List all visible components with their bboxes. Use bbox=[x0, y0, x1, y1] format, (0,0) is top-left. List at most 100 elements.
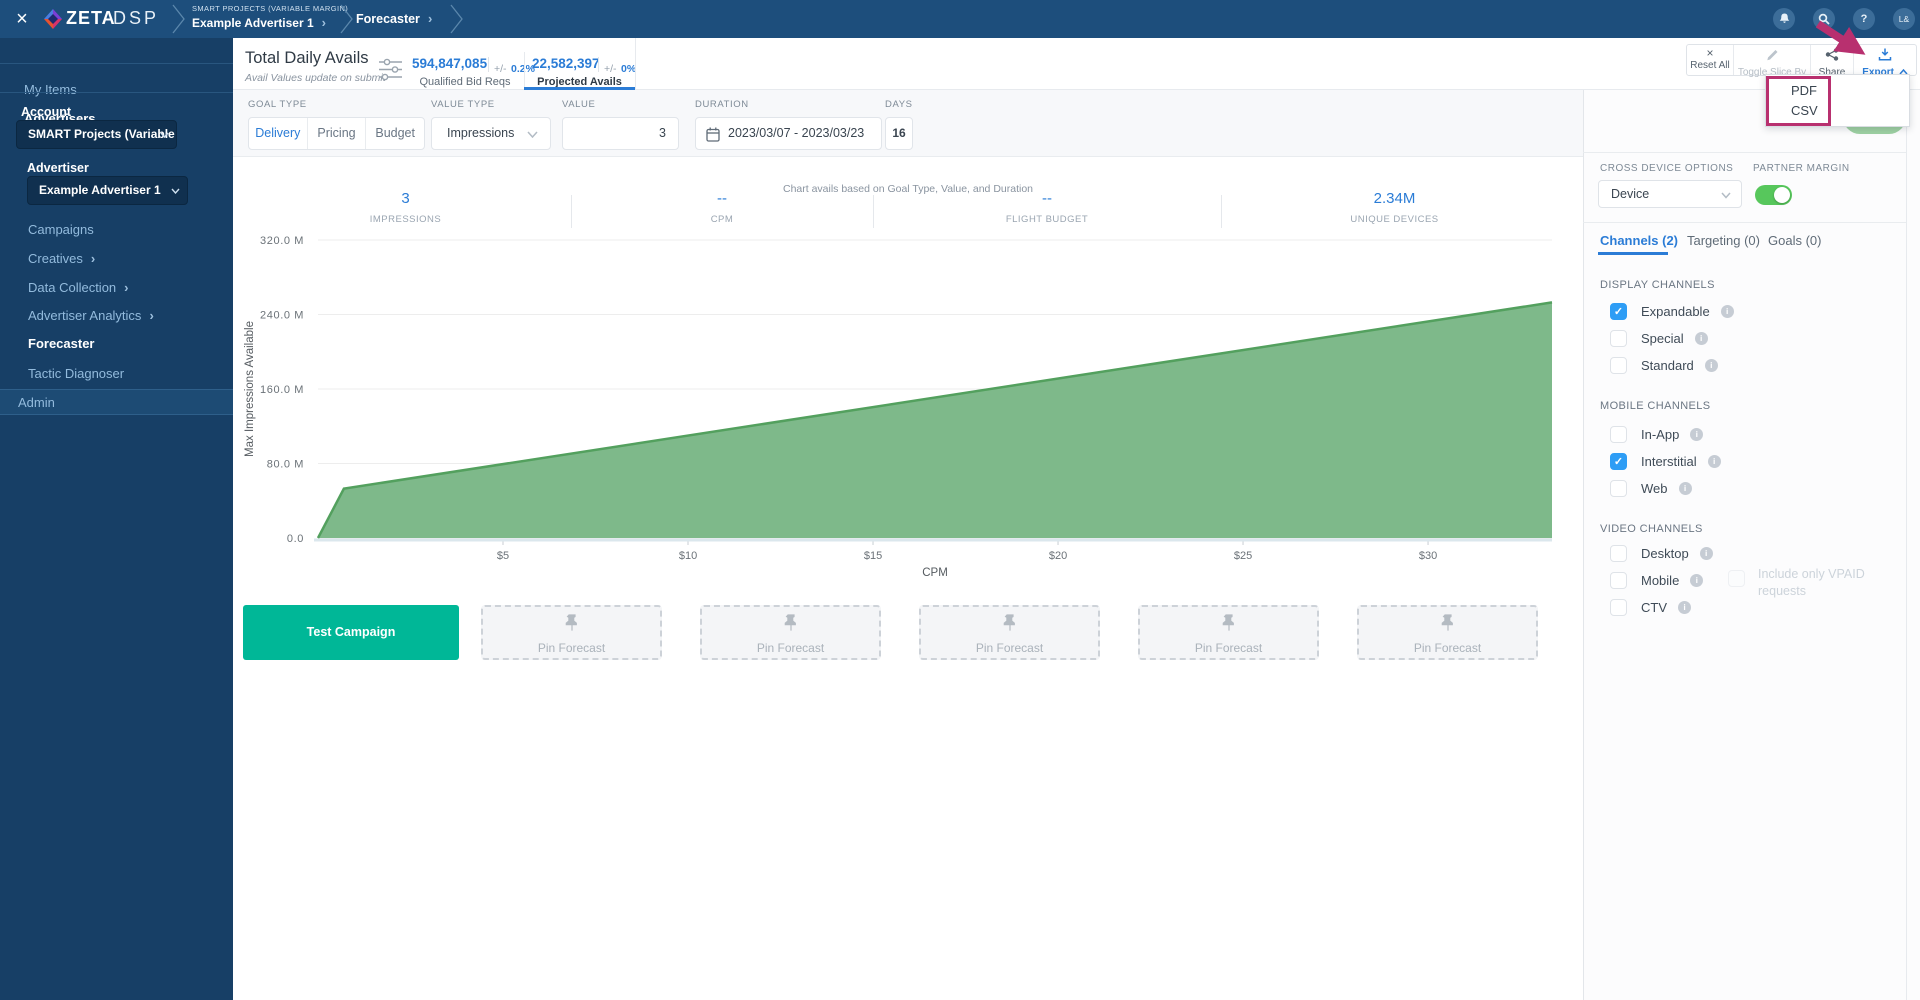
pushpin-icon bbox=[1441, 614, 1455, 634]
brand-dsp: DSP bbox=[113, 8, 159, 29]
checkbox-desktop[interactable]: Desktop i bbox=[1610, 545, 1713, 562]
checkbox-unchecked[interactable] bbox=[1610, 330, 1627, 347]
annotation-arrow bbox=[1806, 18, 1886, 68]
svg-text:0.0: 0.0 bbox=[287, 533, 304, 545]
zeta-logo-icon bbox=[42, 8, 64, 30]
checkbox-standard[interactable]: Standard i bbox=[1610, 357, 1718, 374]
breadcrumb-page[interactable]: Forecaster› bbox=[356, 11, 432, 26]
checkbox-in-app[interactable]: In-App i bbox=[1610, 426, 1703, 443]
info-icon[interactable]: i bbox=[1690, 574, 1703, 587]
active-tab-underline bbox=[1598, 252, 1668, 255]
toggle-slice-by-button[interactable]: Toggle Slice By bbox=[1734, 45, 1811, 75]
partner-margin-label: PARTNER MARGIN bbox=[1753, 163, 1850, 174]
goal-type-label: GOAL TYPE bbox=[248, 99, 307, 110]
info-icon[interactable]: i bbox=[1705, 359, 1718, 372]
sidebar-item-creatives[interactable]: Creatives› bbox=[28, 251, 95, 266]
breadcrumb-separator-icon bbox=[340, 4, 354, 34]
checkbox-unchecked[interactable] bbox=[1610, 426, 1627, 443]
advertiser-select[interactable]: Example Advertiser 1 bbox=[27, 176, 188, 205]
chevron-down-icon bbox=[171, 188, 180, 194]
checkbox-unchecked[interactable] bbox=[1610, 357, 1627, 374]
chevron-right-icon: › bbox=[124, 280, 128, 295]
left-sidebar: My Items Advertisers Account SMART Proje… bbox=[0, 38, 233, 1000]
tab-goals[interactable]: Goals (0) bbox=[1768, 233, 1821, 248]
duration-datepicker[interactable]: 2023/03/07 - 2023/03/23 bbox=[695, 117, 882, 150]
pin-forecast-slot-3[interactable]: Pin Forecast bbox=[919, 605, 1100, 660]
svg-text:Max Impressions Available: Max Impressions Available bbox=[244, 321, 256, 457]
checkbox-unchecked[interactable] bbox=[1610, 572, 1627, 589]
notifications-button[interactable] bbox=[1773, 8, 1795, 30]
x-icon: × bbox=[1687, 48, 1733, 59]
video-channels-header: VIDEO CHANNELS bbox=[1600, 523, 1703, 535]
checkbox-web[interactable]: Web i bbox=[1610, 480, 1692, 497]
account-label: Account bbox=[21, 105, 71, 119]
svg-text:$10: $10 bbox=[679, 550, 697, 562]
days-value: 16 bbox=[885, 117, 913, 150]
account-select[interactable]: SMART Projects (Variable M... bbox=[16, 120, 177, 149]
goal-type-delivery-button[interactable]: Delivery bbox=[249, 118, 308, 149]
qualified-bid-reqs-label[interactable]: Qualified Bid Reqs bbox=[410, 76, 520, 88]
info-icon[interactable]: i bbox=[1690, 428, 1703, 441]
info-icon[interactable]: i bbox=[1679, 482, 1692, 495]
pin-forecast-slot-1[interactable]: Pin Forecast bbox=[481, 605, 662, 660]
checkbox-checked[interactable]: ✓ bbox=[1610, 303, 1627, 320]
sidebar-item-campaigns[interactable]: Campaigns bbox=[28, 222, 94, 237]
sidebar-item-tactic-diagnoser[interactable]: Tactic Diagnoser bbox=[28, 366, 124, 381]
pin-forecast-slot-2[interactable]: Pin Forecast bbox=[700, 605, 881, 660]
value-type-select[interactable]: Impressions bbox=[431, 117, 551, 150]
top-navbar: × ZETA DSP SMART PROJECTS (VARIABLE MARG… bbox=[0, 0, 1920, 38]
bell-icon bbox=[1778, 12, 1791, 26]
days-label: DAYS bbox=[885, 99, 913, 110]
goal-type-budget-button[interactable]: Budget bbox=[366, 118, 424, 149]
advertiser-label: Advertiser bbox=[27, 161, 89, 175]
reset-all-button[interactable]: × Reset All bbox=[1687, 45, 1734, 75]
close-icon[interactable]: × bbox=[13, 10, 31, 28]
sidebar-item-data-collection[interactable]: Data Collection› bbox=[28, 280, 129, 295]
sidebar-item-admin[interactable]: Admin bbox=[0, 389, 233, 415]
pin-forecast-slot-5[interactable]: Pin Forecast bbox=[1357, 605, 1538, 660]
check-icon: ✓ bbox=[1614, 306, 1623, 318]
sidebar-item-advertiser-analytics[interactable]: Advertiser Analytics› bbox=[28, 308, 154, 323]
breadcrumb-separator-icon bbox=[450, 4, 464, 34]
annotation-highlight-box bbox=[1766, 76, 1831, 126]
tab-channels[interactable]: Channels (2) bbox=[1600, 233, 1678, 248]
checkbox-unchecked[interactable] bbox=[1610, 545, 1627, 562]
chevron-right-icon: › bbox=[322, 15, 326, 30]
sidebar-item-my-items[interactable]: My Items bbox=[0, 82, 257, 97]
page-subtitle: Avail Values update on submit bbox=[245, 72, 386, 84]
goal-type-pricing-button[interactable]: Pricing bbox=[308, 118, 367, 149]
svg-text:CPM: CPM bbox=[922, 567, 948, 579]
checkbox-expandable[interactable]: ✓ Expandable i bbox=[1610, 303, 1734, 320]
cross-device-select[interactable]: Device bbox=[1598, 180, 1742, 208]
pin-forecast-slot-4[interactable]: Pin Forecast bbox=[1138, 605, 1319, 660]
value-label: VALUE bbox=[562, 99, 595, 110]
pushpin-icon bbox=[1003, 614, 1017, 634]
sliders-icon[interactable] bbox=[378, 58, 403, 81]
info-icon[interactable]: i bbox=[1678, 601, 1691, 614]
info-icon[interactable]: i bbox=[1700, 547, 1713, 560]
checkbox-mobile[interactable]: Mobile i bbox=[1610, 572, 1703, 589]
user-avatar[interactable]: L& bbox=[1893, 8, 1915, 30]
value-input[interactable]: 3 bbox=[562, 117, 679, 150]
pushpin-icon bbox=[784, 614, 798, 634]
info-icon[interactable]: i bbox=[1721, 305, 1734, 318]
checkbox-unchecked[interactable] bbox=[1610, 599, 1627, 616]
checkbox-interstitial[interactable]: ✓ Interstitial i bbox=[1610, 453, 1721, 470]
sidebar-item-forecaster[interactable]: Forecaster bbox=[28, 336, 94, 351]
tab-targeting[interactable]: Targeting (0) bbox=[1687, 233, 1760, 248]
checkbox-special[interactable]: Special i bbox=[1610, 330, 1708, 347]
svg-text:$20: $20 bbox=[1049, 550, 1067, 562]
page-title: Total Daily Avails bbox=[245, 49, 369, 68]
breadcrumb-advertiser[interactable]: Example Advertiser 1› bbox=[192, 15, 348, 30]
partner-margin-toggle[interactable] bbox=[1755, 185, 1792, 205]
brand-zeta: ZETA bbox=[66, 8, 116, 29]
info-icon[interactable]: i bbox=[1695, 332, 1708, 345]
checkbox-checked[interactable]: ✓ bbox=[1610, 453, 1627, 470]
svg-text:$15: $15 bbox=[864, 550, 882, 562]
checkbox-unchecked[interactable] bbox=[1610, 480, 1627, 497]
breadcrumb[interactable]: SMART PROJECTS (VARIABLE MARGIN) Example… bbox=[192, 4, 348, 30]
projected-avails-delta: +/- 0% bbox=[604, 59, 636, 77]
info-icon[interactable]: i bbox=[1708, 455, 1721, 468]
test-campaign-button[interactable]: Test Campaign bbox=[243, 605, 459, 660]
checkbox-ctv[interactable]: CTV i bbox=[1610, 599, 1691, 616]
